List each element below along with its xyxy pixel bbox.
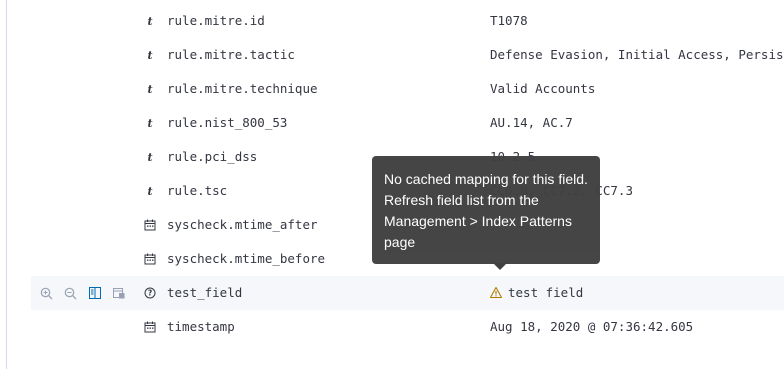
field-name: syscheck.mtime_before	[167, 251, 326, 266]
table-row: timestamp Aug 18, 2020 @ 07:36:42.605	[31, 310, 784, 344]
field-name: rule.mitre.technique	[167, 81, 318, 96]
string-type-icon: t	[147, 150, 153, 164]
field-name: rule.mitre.id	[167, 13, 265, 28]
string-type-icon: t	[147, 116, 153, 130]
string-type-icon: t	[147, 48, 153, 62]
tooltip-arrow	[493, 263, 507, 270]
calendar-icon	[142, 319, 158, 335]
calendar-icon	[142, 217, 158, 233]
string-type-icon: t	[147, 184, 153, 198]
string-type-icon: t	[147, 82, 153, 96]
field-value: T1078	[490, 13, 528, 28]
toggle-column-icon[interactable]	[87, 286, 102, 301]
filter-out-value-icon[interactable]	[63, 286, 78, 301]
table-row-highlighted: ? test_field test field	[31, 276, 784, 310]
svg-text:?: ?	[148, 289, 152, 298]
field-name: rule.tsc	[167, 183, 228, 198]
string-type-icon: t	[147, 14, 153, 28]
field-name: rule.nist_800_53	[167, 115, 288, 130]
field-name: test_field	[167, 285, 243, 300]
table-row: t rule.mitre.technique Valid Accounts	[31, 72, 784, 106]
field-value: Defense Evasion, Initial Access, Persist…	[490, 47, 784, 62]
calendar-icon	[142, 251, 158, 267]
field-value: AU.14, AC.7	[490, 115, 573, 130]
filter-for-value-icon[interactable]	[39, 286, 54, 301]
field-value-text: test field	[508, 285, 584, 300]
field-name: rule.mitre.tactic	[167, 47, 295, 62]
field-value: Aug 18, 2020 @ 07:36:42.605	[490, 319, 694, 334]
panel-left-border	[6, 0, 7, 369]
table-row: t rule.nist_800_53 AU.14, AC.7	[31, 106, 784, 140]
warning-icon[interactable]	[490, 286, 502, 298]
row-actions	[39, 276, 126, 310]
question-circle-icon: ?	[142, 285, 158, 301]
filter-exists-icon[interactable]	[111, 286, 126, 301]
field-name: rule.pci_dss	[167, 149, 258, 164]
no-mapping-tooltip: No cached mapping for this field. Refres…	[372, 156, 600, 264]
table-row: t rule.mitre.id T1078	[31, 4, 784, 38]
table-row: t rule.mitre.tactic Defense Evasion, Ini…	[31, 38, 784, 72]
field-value: test field	[490, 276, 583, 310]
field-value: Valid Accounts	[490, 81, 596, 96]
field-name: timestamp	[167, 319, 235, 334]
field-name: syscheck.mtime_after	[167, 217, 318, 232]
